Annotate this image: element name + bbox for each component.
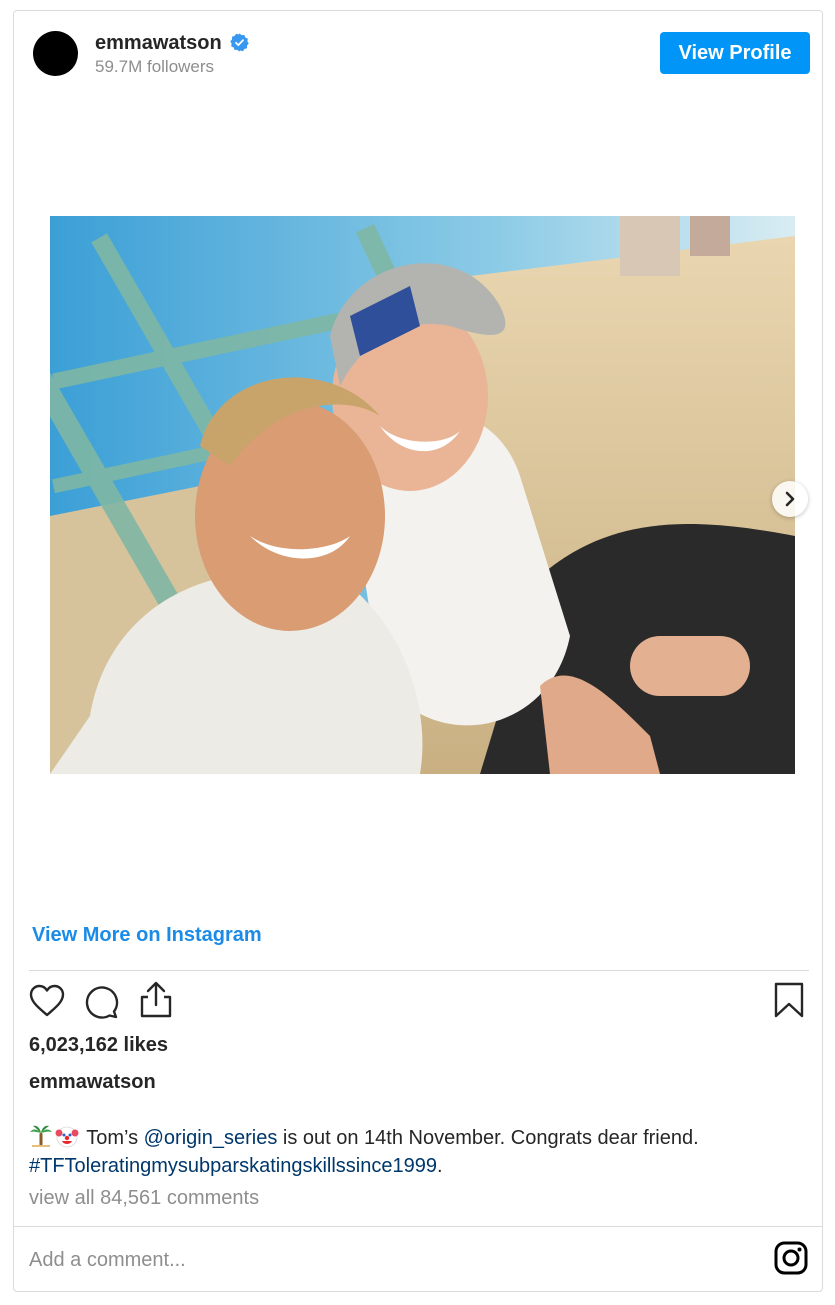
heart-icon[interactable] [29, 984, 65, 1018]
instagram-logo-icon[interactable] [774, 1241, 808, 1275]
palm-tree-icon [30, 1125, 52, 1147]
divider [14, 1226, 822, 1227]
caption-username[interactable]: emmawatson [29, 1071, 156, 1094]
like-count[interactable]: 6,023,162 likes [29, 1034, 168, 1057]
username[interactable]: emmawatson [95, 32, 222, 55]
verified-badge-icon [230, 33, 249, 52]
chevron-right-icon [785, 491, 795, 507]
avatar[interactable] [33, 31, 78, 76]
share-icon[interactable] [138, 981, 174, 1019]
comment-icon[interactable] [83, 984, 119, 1020]
beach-selfie-image [50, 216, 795, 774]
view-profile-button[interactable]: View Profile [660, 32, 810, 74]
clown-face-icon [55, 1126, 79, 1148]
post-photo[interactable] [50, 216, 795, 774]
follower-count: 59.7M followers [95, 57, 215, 76]
hashtag-link[interactable]: #TFToleratingmysubparskatingskillssince1… [29, 1155, 437, 1177]
divider [29, 970, 809, 971]
caption-text: Tom’s [86, 1127, 144, 1149]
caption-text: . [436, 1155, 443, 1177]
add-comment-input[interactable]: Add a comment... [29, 1249, 186, 1272]
instagram-embed-card: emmawatson 59.7M followers View Profile [13, 10, 823, 1292]
mention-link[interactable]: @origin_series [144, 1127, 278, 1149]
post-caption: Tom’s @origin_series is out on 14th Nove… [29, 1124, 809, 1180]
view-all-comments-link[interactable]: view all 84,561 comments [29, 1187, 259, 1210]
bookmark-icon[interactable] [774, 982, 804, 1018]
caption-text: is out on 14th November. Congrats dear f… [277, 1127, 699, 1149]
view-more-link[interactable]: View More on Instagram [32, 924, 262, 947]
carousel-next-button[interactable] [772, 481, 808, 517]
